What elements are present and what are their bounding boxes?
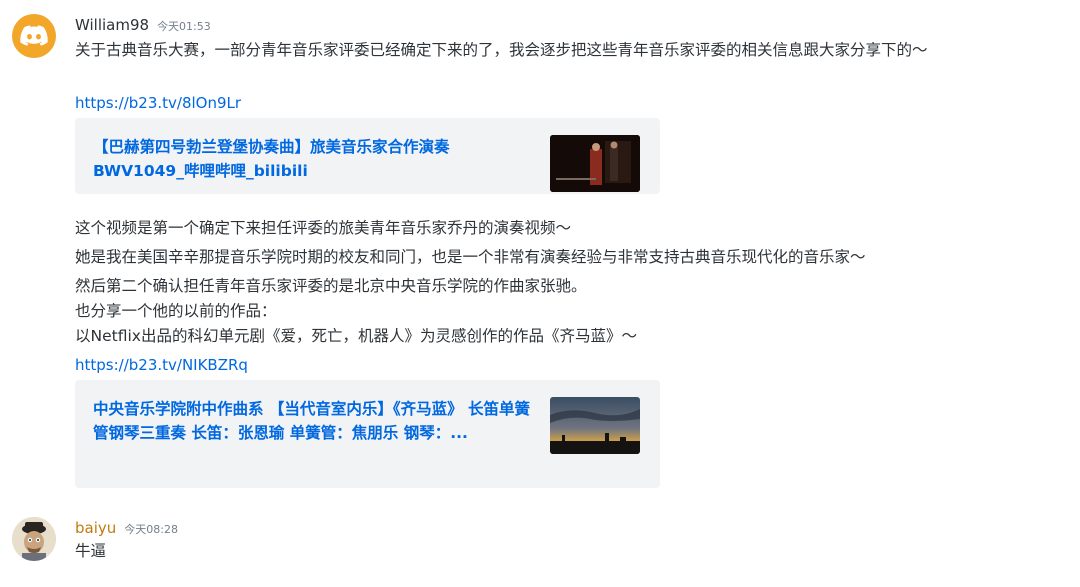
username[interactable]: baiyu [75,519,116,537]
message-text: 她是我在美国辛辛那提音乐学院时期的校友和同门，也是一个非常有演奏经验与非常支持古… [75,248,866,266]
message-text: 关于古典音乐大赛，一部分青年音乐家评委已经确定下来的了，我会逐步把这些青年音乐家… [75,41,928,59]
embed-title-link[interactable]: 中央音乐学院附中作曲系 【当代音室内乐】《齐马蓝》 长笛单簧管钢琴三重奏 长笛：… [93,397,533,445]
message-text: 牛逼 [75,542,107,560]
message-text: 以Netflix出品的科幻单元剧《爱，死亡，机器人》为灵感创作的作品《齐马蓝》～ [75,327,637,345]
embed-title-link[interactable]: 【巴赫第四号勃兰登堡协奏曲】旅美音乐家合作演奏BWV1049_哔哩哔哩_bili… [93,135,533,183]
timestamp: 今天08:28 [124,523,178,536]
message-text: 也分享一个他的以前的作品： [75,302,277,320]
message-link[interactable]: https://b23.tv/NIKBZRq [75,354,248,376]
link-embed: 【巴赫第四号勃兰登堡协奏曲】旅美音乐家合作演奏BWV1049_哔哩哔哩_bili… [75,118,660,194]
sunset-landscape-thumbnail-icon[interactable] [550,397,640,454]
cartoon-man-avatar-icon[interactable] [12,517,56,561]
timestamp: 今天01:53 [157,20,211,33]
discord-avatar-icon[interactable] [12,14,56,58]
message-header: William98 今天01:53 [75,16,211,34]
link-embed: 中央音乐学院附中作曲系 【当代音室内乐】《齐马蓝》 长笛单簧管钢琴三重奏 长笛：… [75,380,660,488]
concert-thumbnail-icon[interactable] [550,135,640,192]
message-text: 这个视频是第一个确定下来担任评委的旅美青年音乐家乔丹的演奏视频～ [75,219,572,237]
message-header: baiyu 今天08:28 [75,519,178,537]
discord-logo-icon [20,25,48,46]
username[interactable]: William98 [75,16,149,34]
message-link[interactable]: https://b23.tv/8lOn9Lr [75,92,241,114]
message-text: 然后第二个确认担任青年音乐家评委的是北京中央音乐学院的作曲家张驰。 [75,277,587,295]
